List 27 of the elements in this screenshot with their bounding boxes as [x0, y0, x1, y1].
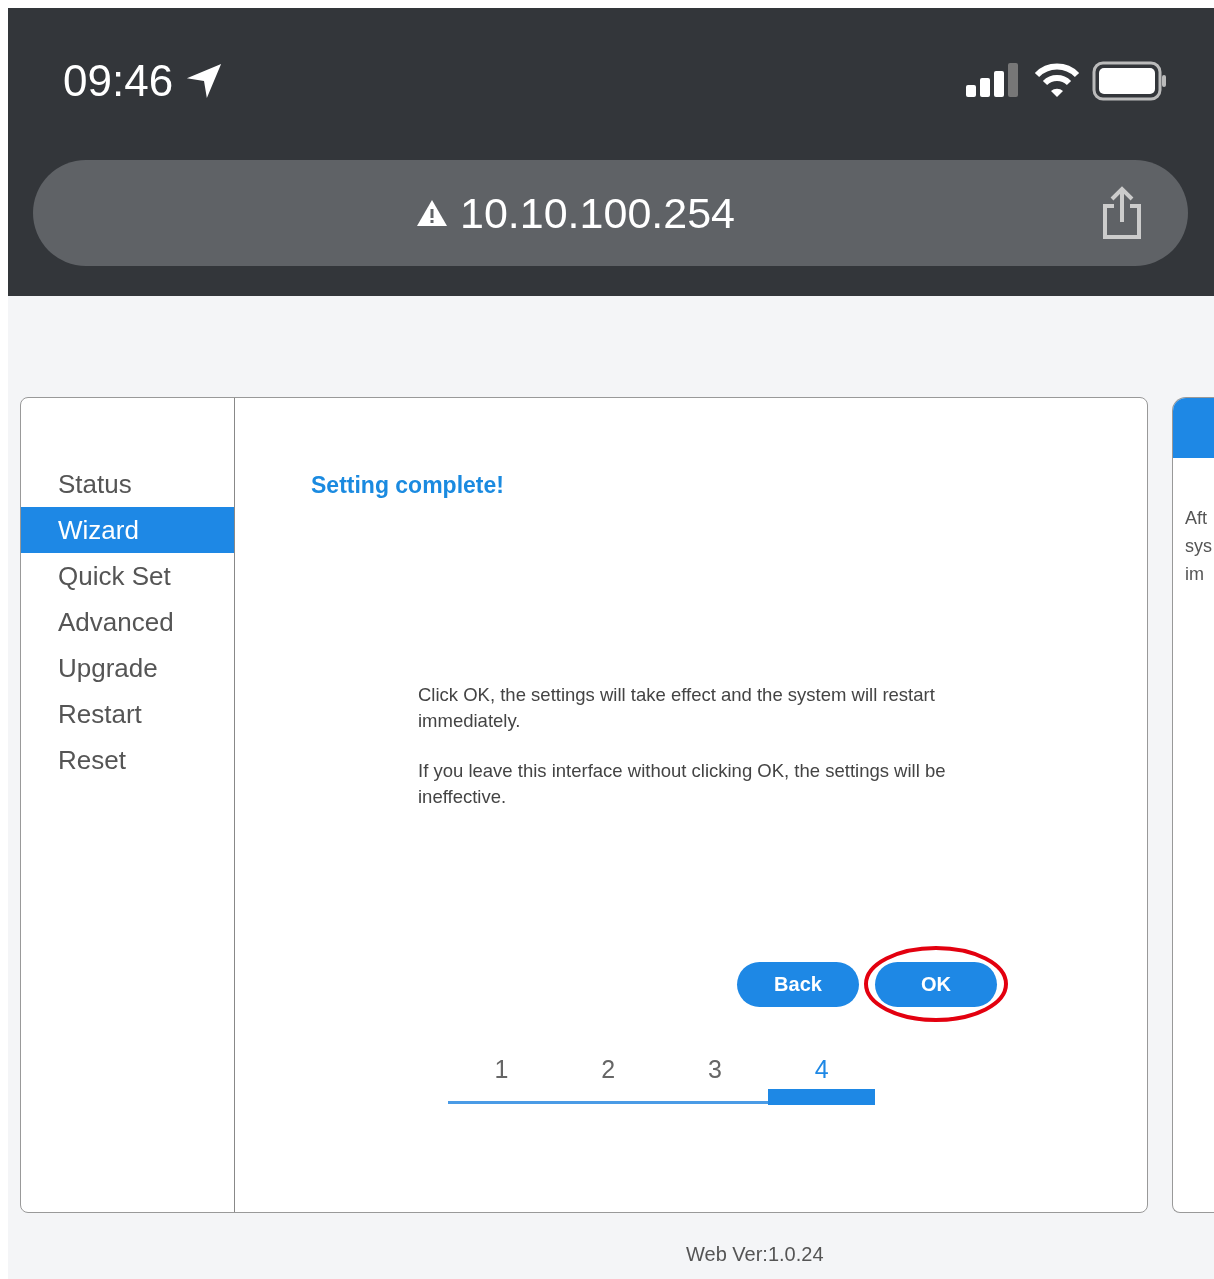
sidebar-item[interactable]: Status [21, 461, 234, 507]
wizard-button[interactable]: Back [737, 962, 859, 1007]
url-text: 10.10.100.254 [460, 188, 735, 238]
info-paragraph: If you leave this interface without clicking OK, the settings will be ineffective. [418, 759, 947, 809]
clock-time: 09:46 [63, 56, 174, 106]
share-icon[interactable] [1100, 186, 1144, 240]
step-number: 1 [494, 1055, 509, 1085]
sidebar-item[interactable]: Reset [21, 737, 234, 783]
wizard-button[interactable]: OK [875, 962, 997, 1007]
panel-title: Setting complete! [311, 472, 505, 499]
battery-icon [1092, 61, 1168, 101]
sidebar-item[interactable]: Upgrade [21, 645, 234, 691]
card-text: sys [1185, 535, 1213, 558]
warning-icon [416, 199, 448, 227]
address-bar[interactable]: 10.10.100.254 [33, 160, 1188, 266]
card-text: Aft [1185, 507, 1208, 530]
step-number: 2 [601, 1055, 616, 1085]
sidebar-item[interactable]: Advanced [21, 599, 234, 645]
sidebar-item[interactable]: Wizard [21, 507, 234, 553]
card-text: im [1185, 563, 1205, 586]
info-paragraph: Click OK, the settings will take effect and the system will restart immediately. [418, 683, 936, 733]
sidebar-item[interactable]: Restart [21, 691, 234, 737]
version-text: Web Ver:1.0.24 [685, 1242, 825, 1266]
wifi-icon [1034, 63, 1080, 99]
sidebar-item[interactable]: Quick Set [21, 553, 234, 599]
step-number: 3 [707, 1055, 722, 1085]
step-number: 4 [814, 1055, 829, 1085]
